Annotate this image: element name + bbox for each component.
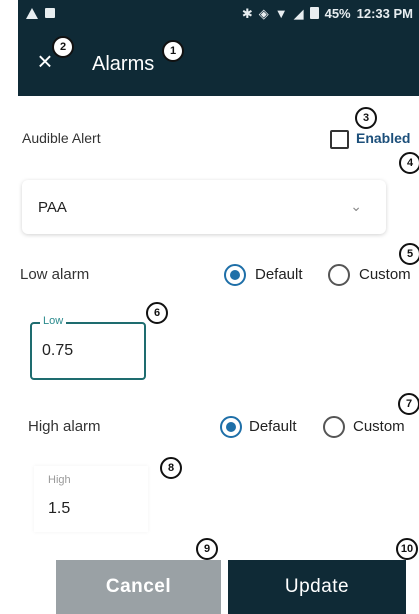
chevron-down-icon: ⌄: [350, 198, 362, 214]
notification-icon: [45, 8, 55, 18]
clock: 12:33 PM: [356, 5, 413, 21]
enabled-checkbox-label[interactable]: Enabled: [356, 130, 410, 146]
vibrate-icon: ◈: [258, 5, 269, 21]
annotation-badge-2: 2: [52, 36, 74, 58]
annotation-badge-8: 8: [160, 457, 182, 479]
annotation-badge-6: 6: [146, 302, 168, 324]
parameter-dropdown-value: PAA: [38, 199, 67, 216]
bluetooth-icon: ✱: [241, 5, 253, 21]
page-title: Alarms: [92, 53, 155, 75]
annotation-badge-3: 3: [355, 107, 377, 129]
annotation-badge-1: 1: [162, 40, 184, 62]
high-alarm-custom-radio[interactable]: [323, 416, 345, 438]
low-alarm-default-label[interactable]: Default: [255, 266, 303, 283]
status-left-icons: [18, 7, 55, 19]
app-bar: × Alarms: [18, 26, 419, 96]
annotation-badge-4: 4: [399, 152, 419, 174]
audible-alert-label: Audible Alert: [22, 130, 101, 146]
enabled-checkbox[interactable]: [330, 130, 349, 149]
low-alarm-field-label: Low: [40, 315, 67, 327]
wifi-icon: ▼: [274, 5, 288, 21]
high-alarm-default-radio[interactable]: [220, 416, 242, 438]
annotation-badge-10: 10: [396, 538, 418, 560]
high-alarm-field[interactable]: High 1.5: [34, 466, 148, 532]
annotation-badge-9: 9: [196, 538, 218, 560]
cancel-button[interactable]: Cancel: [56, 560, 221, 614]
battery-percent: 45%: [324, 5, 351, 21]
warning-icon: [26, 7, 38, 19]
high-alarm-custom-label[interactable]: Custom: [353, 418, 405, 435]
signal-icon: ◢: [293, 5, 304, 21]
battery-icon: [309, 7, 319, 19]
update-button[interactable]: Update: [228, 560, 406, 614]
high-alarm-default-label[interactable]: Default: [249, 418, 297, 435]
high-alarm-label: High alarm: [28, 418, 101, 435]
low-alarm-custom-label[interactable]: Custom: [359, 266, 411, 283]
low-alarm-field[interactable]: Low 0.75: [30, 315, 146, 380]
low-alarm-custom-radio[interactable]: [328, 264, 350, 286]
low-alarm-label: Low alarm: [20, 266, 90, 283]
annotation-badge-7: 7: [398, 393, 419, 415]
parameter-dropdown[interactable]: PAA ⌄: [22, 180, 386, 234]
low-alarm-field-value[interactable]: 0.75: [42, 342, 73, 360]
high-alarm-field-label: High: [48, 474, 71, 486]
annotation-badge-5: 5: [399, 243, 419, 265]
high-alarm-field-value[interactable]: 1.5: [48, 500, 70, 518]
low-alarm-default-radio[interactable]: [224, 264, 246, 286]
status-right: ✱ ◈ ▼ ◢ 45% 12:33 PM: [242, 6, 419, 21]
status-bar: ✱ ◈ ▼ ◢ 45% 12:33 PM: [18, 0, 419, 26]
